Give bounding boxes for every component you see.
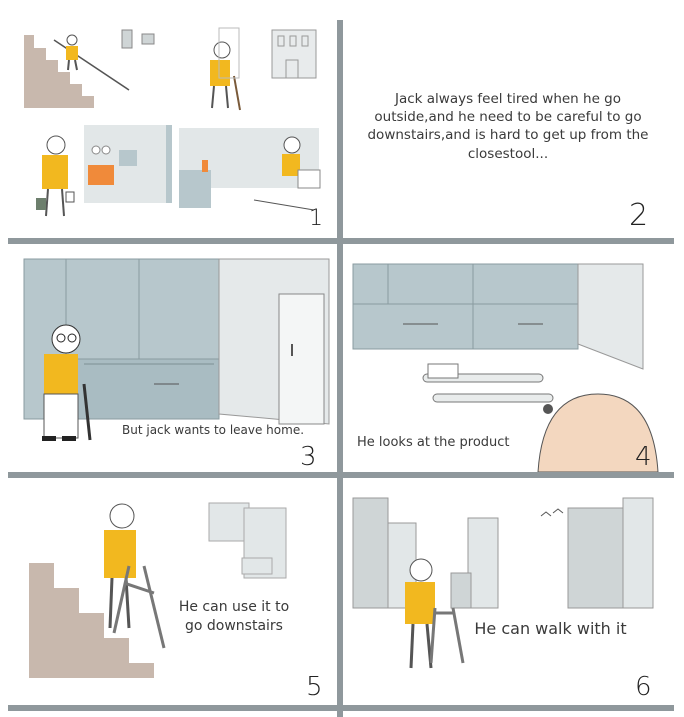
- panel-caption: He can walk with it: [474, 619, 627, 638]
- panel-number: 2: [629, 198, 649, 233]
- panel-6-illustration: [352, 497, 654, 669]
- panel-number: 3: [300, 442, 317, 472]
- panel-number: 1: [309, 206, 323, 231]
- panel-number: 6: [635, 672, 652, 702]
- comic-panel-5: He can use it to go downstairs 5: [14, 478, 336, 705]
- divider-horizontal-3: [8, 705, 674, 711]
- comic-panel-2: Jack always feel tired when he go outsid…: [343, 20, 674, 236]
- panel-caption: But jack wants to leave home.: [122, 423, 305, 437]
- comic-panel-3: But jack wants to leave home. 3: [14, 244, 336, 472]
- comic-panel-4: He looks at the product 4: [343, 244, 674, 472]
- panel-1-illustration: [24, 27, 321, 217]
- panel-caption: He can use it to go downstairs: [178, 599, 290, 634]
- panel-caption: He looks at the product: [357, 435, 510, 450]
- panel-5-illustration: [29, 502, 287, 678]
- panel-number: 5: [306, 672, 323, 702]
- comic-panel-1: 1: [14, 20, 336, 236]
- panel-number: 4: [635, 442, 652, 472]
- panel-caption: Jack always feel tired when he go outsid…: [367, 91, 649, 162]
- comic-panel-6: He can walk with it 6: [343, 478, 674, 705]
